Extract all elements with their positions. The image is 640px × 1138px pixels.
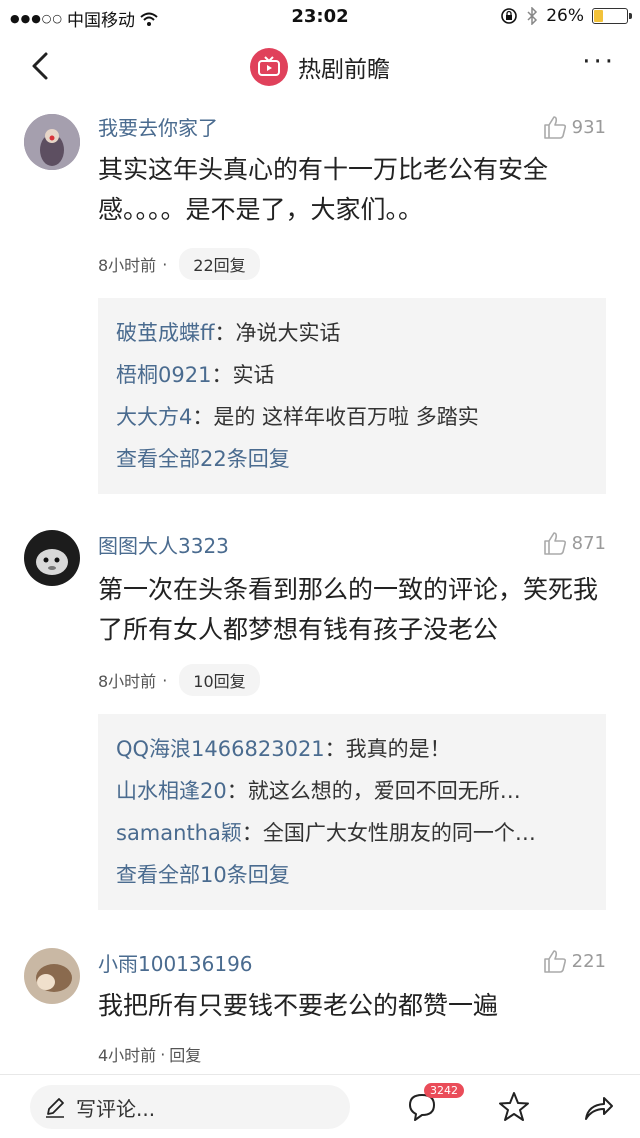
share-icon[interactable] bbox=[580, 1089, 616, 1125]
battery-icon bbox=[592, 8, 632, 24]
reply-preview-box[interactable]: 破茧成蝶ff：净说大实话 梧桐0921：实话 大大方4：是的 这样年收百万啦 多… bbox=[98, 298, 606, 494]
reply-username[interactable]: QQ海浪1466823021 bbox=[116, 737, 325, 761]
write-comment-placeholder: 写评论... bbox=[76, 1096, 156, 1121]
comment-username[interactable]: 我要去你家了 bbox=[98, 112, 218, 141]
write-comment-input[interactable]: 写评论... bbox=[30, 1085, 350, 1129]
thumbs-up-icon bbox=[543, 532, 566, 555]
avatar[interactable] bbox=[24, 948, 80, 1004]
like-count: 221 bbox=[571, 950, 606, 972]
reply-text: ：全国广大女性朋友的同一个… bbox=[241, 821, 536, 845]
reply-username[interactable]: 山水相逢20 bbox=[116, 779, 227, 803]
comment-item: 图图大人3323 871 第一次在头条看到那么的一致的评论，笑死我了所有女人都梦… bbox=[0, 526, 640, 916]
page-title: 热剧前瞻 bbox=[298, 57, 390, 83]
meta-separator: · bbox=[162, 254, 168, 274]
comment-time: 4小时前 bbox=[98, 1046, 157, 1065]
comment-item: 我要去你家了 931 其实这年头真心的有十一万比老公有安全感。。。。是不是了，大… bbox=[0, 108, 640, 498]
comment-meta: 8小时前 · 22回复 bbox=[98, 248, 260, 280]
comment-username[interactable]: 小雨100136196 bbox=[98, 948, 253, 977]
view-all-replies-link[interactable]: 查看全部10条回复 bbox=[116, 854, 588, 896]
star-icon[interactable] bbox=[496, 1089, 532, 1125]
nav-title-group: 热剧前瞻 bbox=[0, 48, 640, 86]
meta-separator: · bbox=[160, 1044, 166, 1064]
like-button[interactable]: 221 bbox=[542, 948, 606, 974]
comment-text: 第一次在头条看到那么的一致的评论，笑死我了所有女人都梦想有钱有孩子没老公 bbox=[98, 575, 599, 644]
like-count: 931 bbox=[571, 116, 606, 138]
reply-text: ：是的 这样年收百万啦 多踏实 bbox=[192, 405, 479, 429]
meta-separator: · bbox=[162, 670, 168, 690]
avatar-image bbox=[24, 948, 80, 1004]
reply-text: ：我真的是！ bbox=[324, 737, 451, 761]
bottom-bar: 写评论... 3242 bbox=[0, 1074, 640, 1138]
pencil-icon bbox=[46, 1098, 64, 1118]
reply-text: ：实话 bbox=[211, 363, 275, 387]
reply-item: 山水相逢20：就这么想的，爱回不回无所… bbox=[116, 770, 588, 812]
reply-username[interactable]: 大大方4 bbox=[116, 405, 192, 429]
reply-username[interactable]: 梧桐0921 bbox=[116, 363, 211, 387]
comment-meta: 8小时前 · 10回复 bbox=[98, 664, 260, 696]
comment-text: 其实这年头真心的有十一万比老公有安全感。。。。是不是了，大家们。。 bbox=[98, 155, 549, 224]
orientation-lock-icon bbox=[501, 8, 518, 24]
reply-button[interactable]: 回复 bbox=[169, 1042, 201, 1066]
reply-item: 梧桐0921：实话 bbox=[116, 354, 588, 396]
status-bar: ●●●○○ 中国移动 23:02 26% bbox=[0, 0, 640, 34]
avatar[interactable] bbox=[24, 530, 80, 586]
reply-preview-box[interactable]: QQ海浪1466823021：我真的是！ 山水相逢20：就这么想的，爱回不回无所… bbox=[98, 714, 606, 910]
reply-username[interactable]: samantha颖 bbox=[116, 821, 242, 845]
reply-text: ：净说大实话 bbox=[214, 321, 341, 345]
reply-item: samantha颖：全国广大女性朋友的同一个… bbox=[116, 812, 588, 854]
reply-username[interactable]: 破茧成蝶ff bbox=[116, 321, 214, 345]
reply-count-button[interactable]: 22回复 bbox=[179, 248, 260, 280]
avatar-image bbox=[24, 114, 80, 170]
more-options-button[interactable]: ··· bbox=[582, 49, 616, 75]
tv-icon bbox=[258, 56, 280, 76]
reply-item: 大大方4：是的 这样年收百万啦 多踏实 bbox=[116, 396, 588, 438]
bluetooth-icon bbox=[527, 7, 538, 25]
thumbs-up-icon bbox=[543, 950, 566, 973]
avatar[interactable] bbox=[24, 114, 80, 170]
status-right: 26% bbox=[500, 6, 632, 26]
like-count: 871 bbox=[571, 532, 606, 554]
comment-meta: 4小时前 · 回复 bbox=[98, 1042, 201, 1066]
battery-percent: 26% bbox=[546, 6, 584, 26]
channel-logo bbox=[250, 48, 288, 86]
nav-bar: 热剧前瞻 ··· bbox=[0, 34, 640, 98]
reply-text: ：就这么想的，爱回不回无所… bbox=[226, 779, 521, 803]
comment-time: 8小时前 bbox=[98, 256, 157, 275]
reply-item: 破茧成蝶ff：净说大实话 bbox=[116, 312, 588, 354]
comment-count-badge: 3242 bbox=[424, 1083, 464, 1098]
view-all-replies-link[interactable]: 查看全部22条回复 bbox=[116, 438, 588, 480]
battery-fill bbox=[594, 10, 603, 22]
like-button[interactable]: 871 bbox=[542, 530, 606, 556]
comment-text: 我把所有只要钱不要老公的都赞一遍 bbox=[98, 991, 499, 1020]
like-button[interactable]: 931 bbox=[542, 114, 606, 140]
reply-item: QQ海浪1466823021：我真的是！ bbox=[116, 728, 588, 770]
avatar-image bbox=[24, 530, 80, 586]
comment-time: 8小时前 bbox=[98, 672, 157, 691]
comment-username[interactable]: 图图大人3323 bbox=[98, 530, 229, 559]
thumbs-up-icon bbox=[543, 116, 566, 139]
reply-count-button[interactable]: 10回复 bbox=[179, 664, 260, 696]
comment-item: 小雨100136196 221 我把所有只要钱不要老公的都赞一遍 4小时前 · … bbox=[0, 944, 640, 1074]
